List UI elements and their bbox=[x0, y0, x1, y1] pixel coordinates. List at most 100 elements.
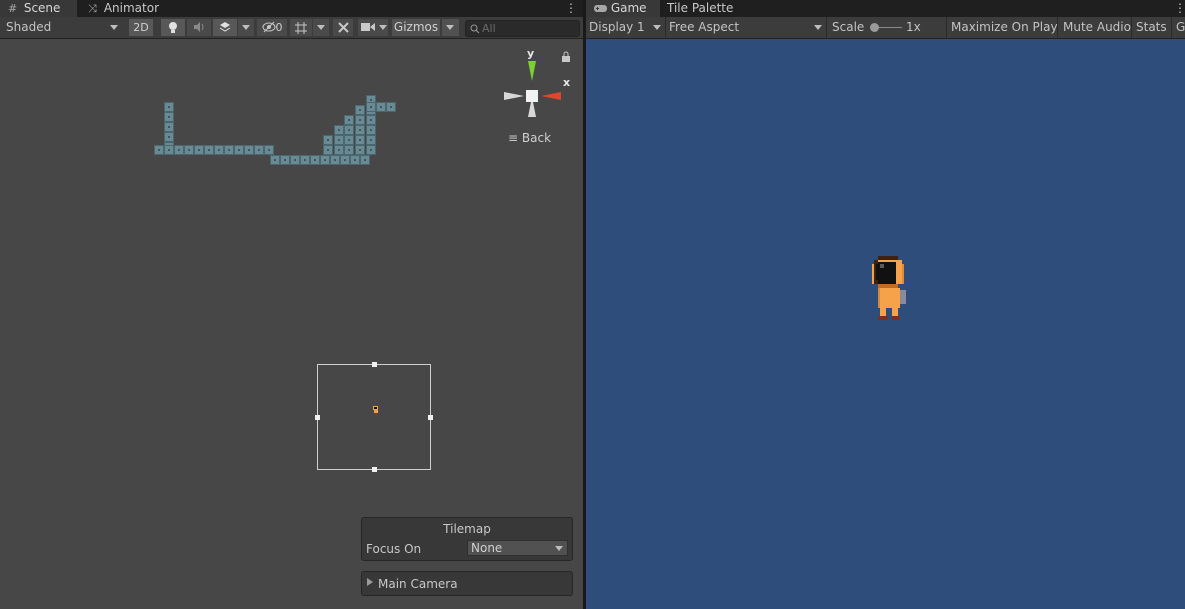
lighting-toggle-button[interactable] bbox=[161, 19, 185, 36]
player-sprite-small[interactable] bbox=[372, 406, 379, 415]
tile bbox=[204, 145, 214, 155]
scene-search-field[interactable] bbox=[465, 20, 580, 37]
resize-handle-left[interactable] bbox=[315, 415, 320, 420]
tile bbox=[224, 145, 234, 155]
axis-cones-icon bbox=[504, 61, 561, 117]
gizmo-x-label: x bbox=[563, 76, 571, 89]
game-gizmos-toggle[interactable]: G bbox=[1176, 17, 1185, 38]
chevron-down-icon bbox=[653, 25, 661, 30]
speaker-icon bbox=[194, 22, 204, 32]
gizmos-dropdown-button[interactable] bbox=[442, 19, 459, 36]
tile bbox=[330, 155, 340, 165]
camera-settings-button[interactable] bbox=[358, 19, 388, 36]
tile bbox=[184, 145, 194, 155]
tile bbox=[366, 145, 376, 155]
tile bbox=[376, 102, 386, 112]
maximize-on-play-toggle[interactable]: Maximize On Play bbox=[951, 17, 1058, 38]
tile bbox=[323, 135, 333, 145]
stats-toggle[interactable]: Stats bbox=[1136, 17, 1167, 38]
lock-icon[interactable] bbox=[561, 51, 571, 62]
tile bbox=[280, 155, 290, 165]
grid-toggle-button[interactable] bbox=[290, 19, 312, 36]
tile bbox=[344, 125, 354, 135]
tile bbox=[355, 105, 365, 115]
toolbar-separator bbox=[665, 17, 666, 38]
chevron-down-icon bbox=[446, 25, 454, 30]
tile bbox=[254, 145, 264, 155]
effects-dropdown-button[interactable] bbox=[238, 19, 254, 36]
tile bbox=[366, 125, 376, 135]
tile bbox=[234, 145, 244, 155]
tools-button[interactable] bbox=[333, 19, 353, 36]
back-view-label[interactable]: ≡ Back bbox=[508, 131, 551, 145]
tile bbox=[164, 102, 174, 112]
tile bbox=[164, 132, 174, 142]
tile bbox=[154, 145, 164, 155]
tile bbox=[355, 135, 365, 145]
resize-handle-right[interactable] bbox=[428, 415, 433, 420]
expand-arrow-icon[interactable] bbox=[367, 578, 373, 586]
effects-toggle-button[interactable] bbox=[213, 19, 237, 36]
scale-slider[interactable] bbox=[870, 23, 902, 32]
chevron-down-icon bbox=[555, 546, 563, 551]
aspect-dropdown[interactable]: Free Aspect bbox=[669, 17, 824, 38]
scene-menu-icon[interactable]: ⋮ bbox=[565, 0, 577, 17]
tile bbox=[164, 112, 174, 122]
hamburger-icon: ≡ bbox=[508, 131, 519, 145]
resize-handle-top[interactable] bbox=[372, 362, 377, 367]
orientation-gizmo[interactable]: y x bbox=[503, 47, 573, 127]
grid-dropdown-button[interactable] bbox=[313, 19, 329, 36]
tile bbox=[340, 155, 350, 165]
slider-thumb[interactable] bbox=[870, 23, 879, 32]
search-icon bbox=[470, 24, 480, 34]
tilemap-overlay-title: Tilemap bbox=[443, 522, 491, 536]
tile bbox=[244, 145, 254, 155]
tile bbox=[290, 155, 300, 165]
mute-audio-toggle[interactable]: Mute Audio bbox=[1063, 17, 1131, 38]
toggle-2d-button[interactable]: 2D bbox=[129, 19, 153, 36]
tile bbox=[355, 115, 365, 125]
tile bbox=[366, 115, 376, 125]
toolbar-separator bbox=[1057, 17, 1058, 38]
tile bbox=[310, 155, 320, 165]
tile bbox=[300, 155, 310, 165]
toolbar-separator bbox=[826, 17, 827, 38]
tab-scene[interactable]: # Scene bbox=[0, 0, 77, 17]
tile bbox=[334, 135, 344, 145]
main-camera-label: Main Camera bbox=[378, 577, 458, 591]
display-dropdown[interactable]: Display 1 bbox=[589, 17, 663, 38]
tile bbox=[164, 145, 174, 155]
tile bbox=[386, 102, 396, 112]
tab-game[interactable]: Game bbox=[586, 0, 660, 17]
tab-tile-palette[interactable]: Tile Palette bbox=[659, 0, 747, 17]
main-camera-overlay[interactable]: Main Camera bbox=[361, 571, 573, 596]
chevron-down-icon bbox=[110, 25, 118, 30]
search-input[interactable] bbox=[482, 21, 574, 36]
game-panel: Game Tile Palette ⋮ Display 1 Free Aspec… bbox=[586, 0, 1185, 609]
scene-viewport[interactable]: y x ≡ Back Tilemap Focus On None Main Ca… bbox=[0, 39, 583, 609]
scale-value: 1x bbox=[906, 20, 921, 34]
shading-mode-dropdown[interactable]: Shaded bbox=[6, 17, 120, 38]
game-tabbar: Game Tile Palette ⋮ bbox=[586, 0, 1185, 17]
audio-toggle-button[interactable] bbox=[187, 19, 211, 36]
toolbar-separator bbox=[1171, 17, 1172, 38]
video-camera-icon bbox=[361, 23, 375, 31]
camera-bounds[interactable] bbox=[315, 362, 433, 472]
tile bbox=[264, 145, 274, 155]
visibility-toggle-button[interactable]: 0 bbox=[257, 19, 287, 36]
tile bbox=[344, 145, 354, 155]
tile bbox=[355, 145, 365, 155]
focus-on-dropdown[interactable]: None bbox=[467, 540, 568, 556]
tile bbox=[320, 155, 330, 165]
game-viewport[interactable] bbox=[586, 39, 1185, 609]
scene-toolbar: Shaded 2D 0 Gizmos All bbox=[0, 17, 583, 39]
player-character-sprite[interactable] bbox=[872, 256, 908, 324]
game-menu-icon[interactable]: ⋮ bbox=[1174, 0, 1185, 17]
gizmos-toggle-button[interactable]: Gizmos bbox=[392, 19, 440, 36]
tile bbox=[360, 155, 370, 165]
scene-panel: # Scene ⤨ Animator ⋮ Shaded 2D 0 Gizmos … bbox=[0, 0, 583, 609]
resize-handle-bottom[interactable] bbox=[372, 467, 377, 472]
tilemap-overlay: Tilemap Focus On None bbox=[361, 517, 573, 561]
hidden-eye-icon bbox=[262, 21, 275, 33]
tab-animator[interactable]: ⤨ Animator bbox=[80, 0, 178, 17]
